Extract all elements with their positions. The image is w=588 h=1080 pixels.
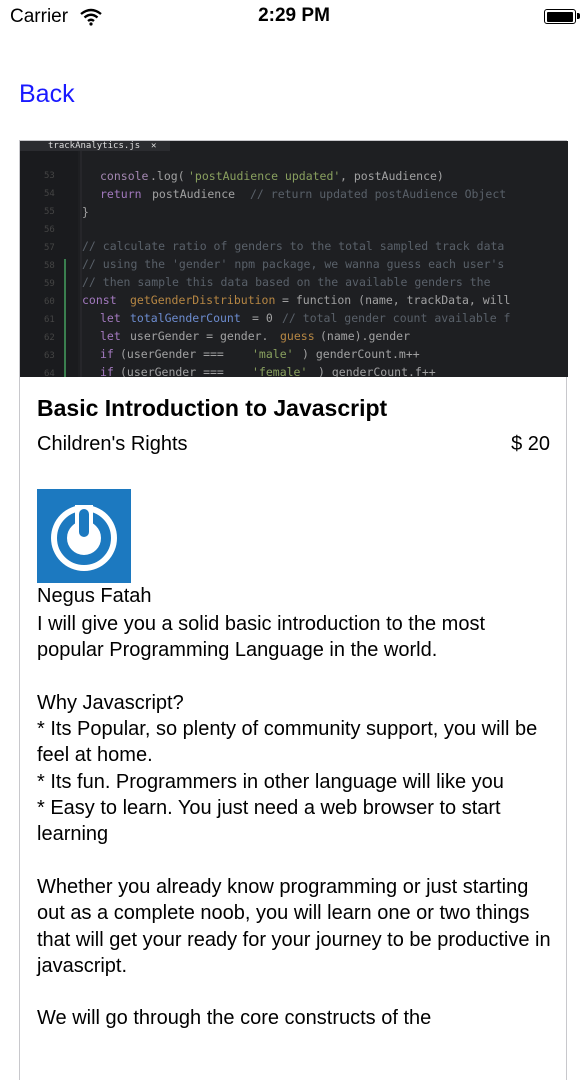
- svg-text:// total gender count availabl: // total gender count available f: [282, 311, 510, 325]
- course-price: $ 20: [511, 433, 550, 455]
- svg-text:(userGender ===: (userGender ===: [120, 365, 224, 377]
- svg-text:) genderCount.m++: ) genderCount.m++: [302, 347, 420, 361]
- svg-text:62: 62: [44, 333, 55, 343]
- author-name: Negus Fatah: [37, 585, 152, 607]
- svg-text:'female': 'female': [252, 365, 307, 377]
- svg-text:console: console: [100, 169, 149, 183]
- svg-text:// return updated postAudience: // return updated postAudience Object: [250, 187, 506, 201]
- svg-text:getGenderDistribution: getGenderDistribution: [130, 293, 275, 307]
- svg-text:55: 55: [44, 207, 55, 217]
- svg-text:.log(: .log(: [150, 169, 185, 183]
- course-cover-image: trackAnalytics.js ✕ 53 54 55 56 57 58 59 60 61…: [20, 141, 568, 377]
- status-bar: Carrier 2:29 PM: [0, 0, 588, 34]
- course-description: I will give you a solid basic introducti…: [37, 613, 551, 1030]
- svg-text:) genderCount.f++: ) genderCount.f++: [318, 365, 436, 377]
- svg-text:}: }: [82, 205, 89, 219]
- course-category: Children's Rights: [37, 433, 188, 455]
- svg-text:59: 59: [44, 279, 55, 289]
- svg-text:postAudience: postAudience: [152, 187, 235, 201]
- svg-text:'postAudience updated': 'postAudience updated': [188, 169, 340, 183]
- svg-text:// using the 'gender' npm pack: // using the 'gender' npm package, we wa…: [82, 257, 504, 271]
- svg-text:57: 57: [44, 243, 55, 253]
- svg-text:const: const: [82, 293, 117, 307]
- svg-text:53: 53: [44, 171, 55, 181]
- svg-text:'male': 'male': [252, 347, 294, 361]
- svg-text:63: 63: [44, 351, 55, 361]
- svg-text:let: let: [100, 311, 121, 325]
- svg-text:(userGender ===: (userGender ===: [120, 347, 224, 361]
- course-card[interactable]: trackAnalytics.js ✕ 53 54 55 56 57 58 59 60 61…: [19, 140, 568, 1080]
- power-logo-icon: [37, 489, 131, 583]
- svg-text:58: 58: [44, 261, 55, 271]
- svg-text:✕: ✕: [151, 141, 156, 151]
- svg-text:64: 64: [44, 369, 55, 377]
- svg-text:// then sample this data based: // then sample this data based on the av…: [82, 275, 491, 289]
- svg-text:guess: guess: [280, 329, 315, 343]
- back-button[interactable]: Back: [19, 80, 75, 109]
- svg-text:, postAudience): , postAudience): [340, 169, 444, 183]
- svg-text:54: 54: [44, 189, 55, 199]
- course-title: Basic Introduction to Javascript: [37, 395, 388, 421]
- svg-text:= function (name, trackData, w: = function (name, trackData, will: [282, 293, 510, 307]
- status-time: 2:29 PM: [258, 5, 330, 26]
- svg-text:(name).gender: (name).gender: [320, 329, 410, 343]
- svg-text:61: 61: [44, 315, 55, 325]
- svg-text:60: 60: [44, 297, 55, 307]
- svg-text:if: if: [100, 347, 114, 361]
- author-avatar[interactable]: [37, 489, 131, 583]
- battery-full-icon: [544, 9, 580, 24]
- svg-text:return: return: [100, 187, 142, 201]
- svg-text:totalGenderCount: totalGenderCount: [130, 311, 241, 325]
- svg-text:= 0: = 0: [252, 311, 273, 325]
- svg-text:56: 56: [44, 225, 55, 235]
- svg-text:let: let: [100, 329, 121, 343]
- svg-text:// calculate ratio of genders: // calculate ratio of genders to the tot…: [82, 239, 504, 253]
- svg-text:userGender = gender.: userGender = gender.: [130, 329, 268, 343]
- image-tab-label: trackAnalytics.js: [48, 141, 140, 151]
- svg-text:if: if: [100, 365, 114, 377]
